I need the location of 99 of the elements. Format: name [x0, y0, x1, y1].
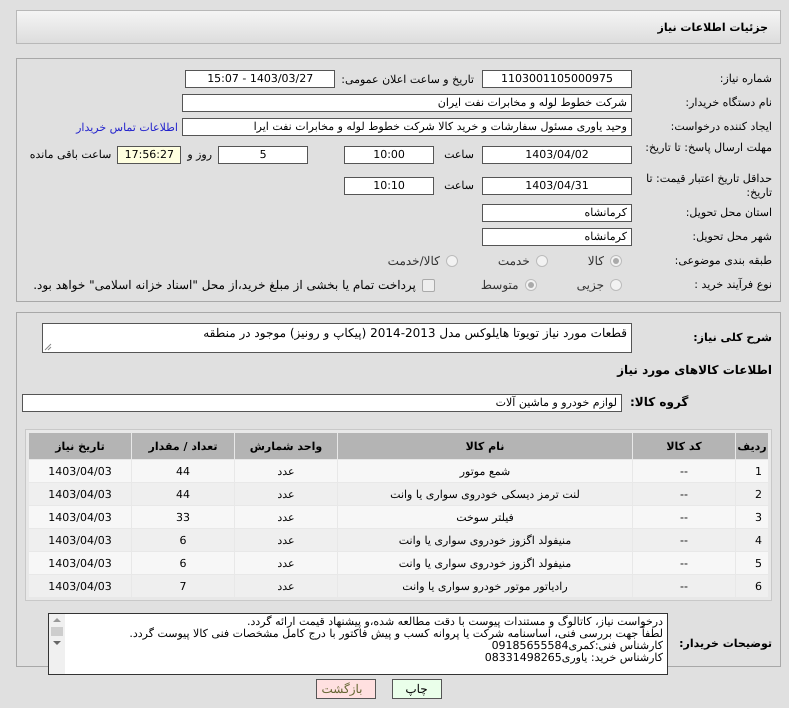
goods-group-field: لوازم خودرو و ماشین آلات — [22, 394, 622, 412]
table-cell: 33 — [132, 506, 234, 528]
table-cell: 6 — [132, 529, 234, 551]
table-cell: 6 — [132, 552, 234, 574]
column-header: نام کالا — [338, 433, 632, 459]
print-button[interactable]: چاپ — [392, 679, 442, 699]
table-cell: 1403/04/03 — [29, 506, 131, 528]
table-cell: 1403/04/03 — [29, 552, 131, 574]
note-line: لطفاً جهت بررسی فنی، اساسنامه شرکت یا پروانه کسب و پیش فاکتور با درج کامل مشخصات فنی کالا پیوست گردد. — [128, 628, 663, 640]
table-cell: 1403/04/03 — [29, 575, 131, 597]
table-cell: 6 — [736, 575, 768, 597]
table-cell: 1403/04/03 — [29, 529, 131, 551]
table-cell: عدد — [235, 552, 337, 574]
date-field: 1403/04/31 — [482, 176, 632, 194]
city-field: کرمانشاه — [482, 228, 632, 246]
radio-label: جزیی — [576, 278, 604, 292]
remaining-time-field: 17:56:27 — [117, 146, 182, 164]
time-label: ساعت — [444, 179, 474, 192]
column-header: تاریخ نیاز — [29, 433, 131, 459]
radio-button[interactable] — [524, 279, 537, 291]
province-field: کرمانشاه — [482, 204, 632, 222]
table-cell: 7 — [132, 575, 234, 597]
time-field: 10:00 — [344, 146, 434, 164]
column-header: کد کالا — [633, 433, 735, 459]
field-label: شرح کلی نیاز: — [692, 330, 772, 346]
description-field: قطعات مورد نیاز تویوتا هایلوکس مدل 2013-2014 (پیکاپ و رونیز) موجود در منطقه — [42, 323, 632, 353]
table-cell: منیفولد اگزوز خودروی سواری یا وانت — [338, 552, 632, 574]
time-field: 10:10 — [344, 176, 434, 194]
table-cell: 4 — [736, 529, 768, 551]
field-label: مهلت ارسال پاسخ: تا تاریخ: — [644, 140, 772, 156]
column-header: تعداد / مقدار — [132, 433, 234, 459]
radio-label: کالا/خدمت — [388, 254, 440, 268]
table-cell: عدد — [235, 529, 337, 551]
field-label: گروه کالا: — [629, 395, 690, 411]
back-button[interactable]: بازگشت — [316, 679, 376, 699]
scroll-thumb[interactable] — [51, 627, 63, 636]
time-label: ساعت — [444, 148, 474, 161]
column-header: واحد شمارش — [235, 433, 337, 459]
field-label: ایجاد کننده درخواست: — [670, 120, 772, 134]
buyer-org-field: شرکت خطوط لوله و مخابرات نفت ایران — [182, 94, 632, 112]
table-cell: -- — [633, 552, 735, 574]
table-cell: 5 — [736, 552, 768, 574]
radio-label: خدمت — [498, 254, 530, 268]
days-field: 5 — [218, 146, 308, 164]
table-cell: 1403/04/03 — [29, 460, 131, 482]
table-cell: منیفولد اگزوز خودروی سواری یا وانت — [338, 529, 632, 551]
radio-button[interactable] — [610, 279, 622, 291]
scroll-up-icon[interactable] — [52, 617, 62, 623]
column-header: ردیف — [736, 433, 768, 459]
remaining-label: ساعت باقی مانده — [30, 148, 112, 161]
checkbox-label: پرداخت تمام یا بخشی از مبلغ خرید،از محل "اسناد خزانه اسلامی" خواهد بود. — [33, 278, 416, 292]
date-field: 1403/04/02 — [482, 146, 632, 164]
days-label: روز و — [187, 148, 212, 161]
table-cell: -- — [633, 506, 735, 528]
contact-link[interactable]: اطلاعات تماس خریدار — [76, 120, 178, 134]
field-label: حداقل تاریخ اعتبار قیمت: تا تاریخ: — [645, 171, 772, 201]
radio-button[interactable] — [610, 255, 622, 267]
table-cell: 3 — [736, 506, 768, 528]
radio-label: متوسط — [480, 278, 519, 292]
table-cell: فیلتر سوخت — [338, 506, 632, 528]
table-cell: 44 — [132, 483, 234, 505]
page-title: جزئیات اطلاعات نیاز — [658, 20, 768, 34]
radio-label: کالا — [588, 254, 604, 268]
field-label: شماره نیاز: — [718, 72, 772, 86]
note-line: درخواست نیاز، کاتالوگ و مستندات پیوست با دقت مطالعه شده،و پیشنهاد قیمت ارائه گردد. — [246, 616, 663, 628]
need-number-field: 1103001105000975 — [482, 70, 632, 88]
table-cell: رادیاتور موتور خودرو سواری یا وانت — [338, 575, 632, 597]
field-label: استان محل تحویل: — [684, 206, 772, 220]
field-label: شهر محل تحویل: — [691, 230, 772, 244]
table-cell: لنت ترمز دیسکی خودروی سواری یا وانت — [338, 483, 632, 505]
table-cell: عدد — [235, 483, 337, 505]
scroll-down-icon[interactable] — [52, 640, 62, 646]
section-heading: اطلاعات کالاهای مورد نیاز — [616, 362, 773, 379]
table-cell: عدد — [235, 460, 337, 482]
field-label: نوع فرآیند خرید : — [693, 278, 772, 292]
table-cell: -- — [633, 529, 735, 551]
announce-date-field: 1403/03/27 - 15:07 — [185, 70, 336, 88]
table-cell: عدد — [235, 575, 337, 597]
table-cell: شمع موتور — [338, 460, 632, 482]
table-cell: عدد — [235, 506, 337, 528]
field-label: تاریخ و ساعت اعلان عمومی: — [341, 72, 474, 86]
radio-button[interactable] — [536, 255, 548, 267]
table-cell: 2 — [736, 483, 768, 505]
field-label: نام دستگاه خریدار: — [684, 96, 772, 110]
field-label: طبقه بندی موضوعی: — [674, 254, 772, 268]
table-cell: 44 — [132, 460, 234, 482]
note-line: کارشناس خرید: یاوری08331498265 — [484, 652, 663, 664]
note-line: کارشناس فنی:کمری09185655584 — [492, 640, 663, 652]
checkbox[interactable] — [422, 278, 435, 292]
field-label: توضیحات خریدار: — [678, 636, 772, 652]
table-cell: -- — [633, 575, 735, 597]
resize-grip-icon[interactable] — [44, 343, 52, 351]
radio-button[interactable] — [446, 255, 458, 267]
table-cell: 1 — [736, 460, 768, 482]
table-cell: -- — [633, 460, 735, 482]
table-cell: 1403/04/03 — [29, 483, 131, 505]
scrollbar[interactable] — [49, 614, 65, 674]
requester-field: وحید یاوری مسئول سفارشات و خرید کالا شرکت خطوط لوله و مخابرات نفت ایرا — [182, 118, 632, 136]
table-cell: -- — [633, 483, 735, 505]
